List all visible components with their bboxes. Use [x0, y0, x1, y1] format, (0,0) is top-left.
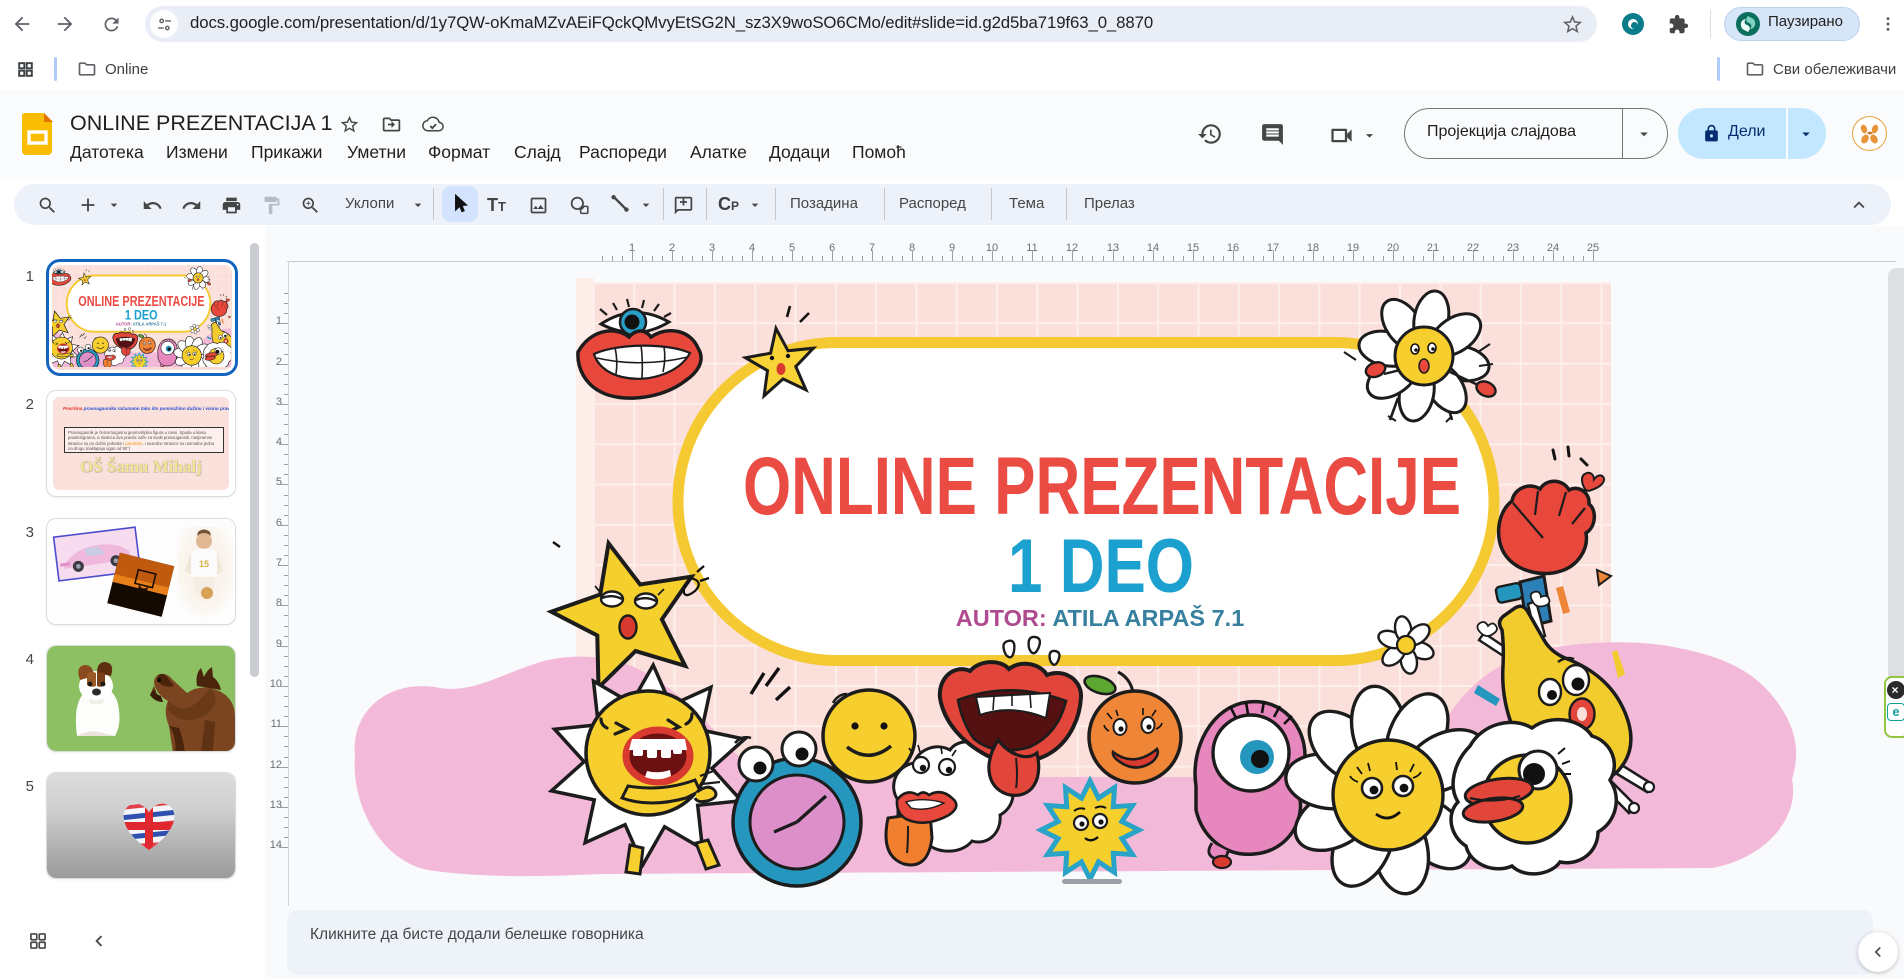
svg-text:AUTOR: ATILA ARPAŠ 7.1: AUTOR: ATILA ARPAŠ 7.1 — [116, 322, 167, 327]
svg-text:1 DEO: 1 DEO — [1008, 524, 1194, 609]
svg-text:AUTOR: ATILA ARPAŠ 7.1: AUTOR: ATILA ARPAŠ 7.1 — [956, 604, 1245, 631]
svg-text:15: 15 — [199, 559, 209, 569]
svg-text:1 DEO: 1 DEO — [125, 308, 158, 323]
svg-text:ONLINE PREZENTACIJE: ONLINE PREZENTACIJE — [743, 441, 1461, 532]
